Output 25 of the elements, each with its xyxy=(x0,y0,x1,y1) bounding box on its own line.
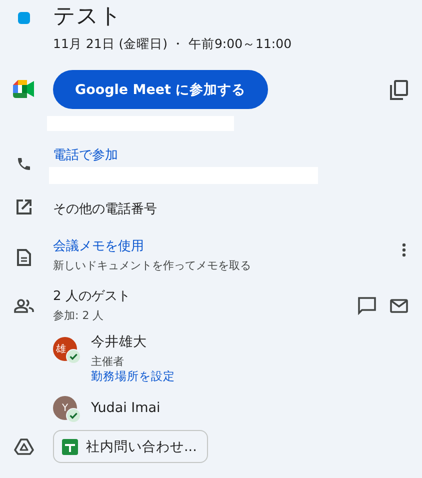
copy-icon[interactable] xyxy=(390,80,408,100)
guests-subtitle: 参加: 2 人 xyxy=(53,308,105,323)
join-meet-button[interactable]: Google Meet に参加する xyxy=(53,70,268,109)
chat-icon[interactable] xyxy=(358,297,376,315)
people-icon xyxy=(14,299,34,313)
event-datetime: 11月 21日 (金曜日) ・ 午前9:00～11:00 xyxy=(53,36,293,53)
guest-name: Yudai Imai xyxy=(91,399,160,417)
spreadsheet-icon xyxy=(62,438,78,454)
attachment-chip[interactable]: 社内問い合わせ... xyxy=(53,430,208,463)
document-icon xyxy=(17,249,31,266)
external-link-icon xyxy=(16,199,32,215)
other-numbers-label[interactable]: その他の電話番号 xyxy=(53,202,157,217)
guests-title: 2 人のゲスト xyxy=(53,288,132,305)
video-camera-icon xyxy=(13,80,35,98)
drive-icon xyxy=(14,438,34,455)
notes-subtitle: 新しいドキュメントを作ってメモを取る xyxy=(53,258,252,273)
email-icon[interactable] xyxy=(390,299,408,313)
meeting-notes-link[interactable]: 会議メモを使用 xyxy=(53,237,422,255)
set-work-location-link[interactable]: 勤務場所を設定 xyxy=(91,369,175,384)
phone-icon xyxy=(16,156,32,172)
more-options-icon[interactable] xyxy=(402,243,406,257)
guest-name: 今井雄大 xyxy=(91,333,148,351)
event-title: テスト xyxy=(53,3,123,31)
guest-role: 主催者 xyxy=(91,354,125,369)
join-by-phone-link[interactable]: 電話で参加 xyxy=(53,146,422,164)
